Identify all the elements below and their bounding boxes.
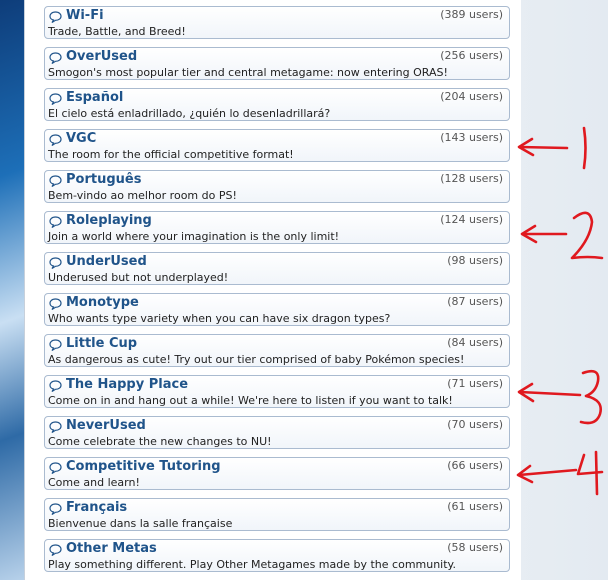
room-description: Join a world where your imagination is t… [48, 230, 340, 243]
room-button-underused[interactable]: UnderUsed (98 users) Underused but not u… [44, 252, 510, 285]
user-count: (256 users) [440, 49, 503, 62]
room-name: NeverUsed [66, 418, 146, 433]
chat-bubble-icon [49, 503, 62, 515]
room-description: Come celebrate the new changes to NU! [48, 435, 272, 448]
chat-bubble-icon [49, 380, 62, 392]
room-button-monotype[interactable]: Monotype (87 users) Who wants type varie… [44, 293, 510, 326]
chat-bubble-icon [49, 175, 62, 187]
room-description: The room for the official competitive fo… [48, 148, 294, 161]
chat-bubble-icon [49, 421, 62, 433]
chat-bubble-icon [49, 544, 62, 556]
chat-bubble-icon [49, 52, 62, 64]
room-name: Roleplaying [66, 213, 152, 228]
room-description: Bem-vindo ao melhor room do PS! [48, 189, 237, 202]
room-button-little-cup[interactable]: Little Cup (84 users) As dangerous as cu… [44, 334, 510, 367]
background-art [0, 0, 24, 580]
arrow-annotation-4 [516, 450, 604, 496]
room-button-wifi[interactable]: Wi-Fi (389 users) Trade, Battle, and Bre… [44, 6, 510, 39]
room-button-portugues[interactable]: Português (128 users) Bem-vindo ao melho… [44, 170, 510, 203]
room-description: Smogon's most popular tier and central m… [48, 66, 448, 79]
user-count: (87 users) [447, 295, 503, 308]
room-description: Come on in and hang out a while! We're h… [48, 394, 453, 407]
user-count: (128 users) [440, 172, 503, 185]
user-count: (58 users) [447, 541, 503, 554]
user-count: (98 users) [447, 254, 503, 267]
user-count: (71 users) [447, 377, 503, 390]
room-button-the-happy-place[interactable]: The Happy Place (71 users) Come on in an… [44, 375, 510, 408]
room-name: Português [66, 172, 142, 187]
room-description: Bienvenue dans la salle française [48, 517, 233, 530]
room-name: Wi-Fi [66, 8, 104, 23]
user-count: (143 users) [440, 131, 503, 144]
room-name: OverUsed [66, 49, 138, 64]
room-name: Français [66, 500, 128, 515]
room-name: The Happy Place [66, 377, 189, 392]
room-button-roleplaying[interactable]: Roleplaying (124 users) Join a world whe… [44, 211, 510, 244]
room-button-overused[interactable]: OverUsed (256 users) Smogon's most popul… [44, 47, 510, 80]
room-name: Monotype [66, 295, 139, 310]
room-button-espanol[interactable]: Español (204 users) El cielo está enladr… [44, 88, 510, 121]
room-name: VGC [66, 131, 97, 146]
chat-bubble-icon [49, 257, 62, 269]
room-button-vgc[interactable]: VGC (143 users) The room for the officia… [44, 129, 510, 162]
room-description: El cielo está enladrillado, ¿quién lo de… [48, 107, 331, 120]
room-name: Español [66, 90, 124, 105]
chat-bubble-icon [49, 298, 62, 310]
chat-bubble-icon [49, 11, 62, 23]
room-name: Little Cup [66, 336, 138, 351]
user-count: (389 users) [440, 8, 503, 21]
room-button-neverused[interactable]: NeverUsed (70 users) Come celebrate the … [44, 416, 510, 449]
room-description: Trade, Battle, and Breed! [48, 25, 186, 38]
room-name: Other Metas [66, 541, 157, 556]
room-description: Who wants type variety when you can have… [48, 312, 391, 325]
arrow-annotation-3 [517, 369, 602, 425]
room-description: Underused but not underplayed! [48, 271, 229, 284]
room-description: Play something different. Play Other Met… [48, 558, 456, 571]
room-list: Wi-Fi (389 users) Trade, Battle, and Bre… [44, 6, 510, 580]
user-count: (70 users) [447, 418, 503, 431]
room-button-other-metas[interactable]: Other Metas (58 users) Play something di… [44, 539, 510, 572]
user-count: (84 users) [447, 336, 503, 349]
chat-bubble-icon [49, 93, 62, 105]
user-count: (124 users) [440, 213, 503, 226]
chat-bubble-icon [49, 134, 62, 146]
user-count: (61 users) [447, 500, 503, 513]
room-name: UnderUsed [66, 254, 147, 269]
room-button-francais[interactable]: Français (61 users) Bienvenue dans la sa… [44, 498, 510, 531]
arrow-annotation-1 [517, 126, 587, 170]
user-count: (204 users) [440, 90, 503, 103]
room-name: Competitive Tutoring [66, 459, 221, 474]
chat-bubble-icon [49, 216, 62, 228]
room-description: Come and learn! [48, 476, 140, 489]
chat-bubble-icon [49, 339, 62, 351]
user-count: (66 users) [447, 459, 503, 472]
arrow-annotation-2 [520, 211, 604, 260]
room-description: As dangerous as cute! Try out our tier c… [48, 353, 465, 366]
chat-bubble-icon [49, 462, 62, 474]
room-button-competitive-tutoring[interactable]: Competitive Tutoring (66 users) Come and… [44, 457, 510, 490]
